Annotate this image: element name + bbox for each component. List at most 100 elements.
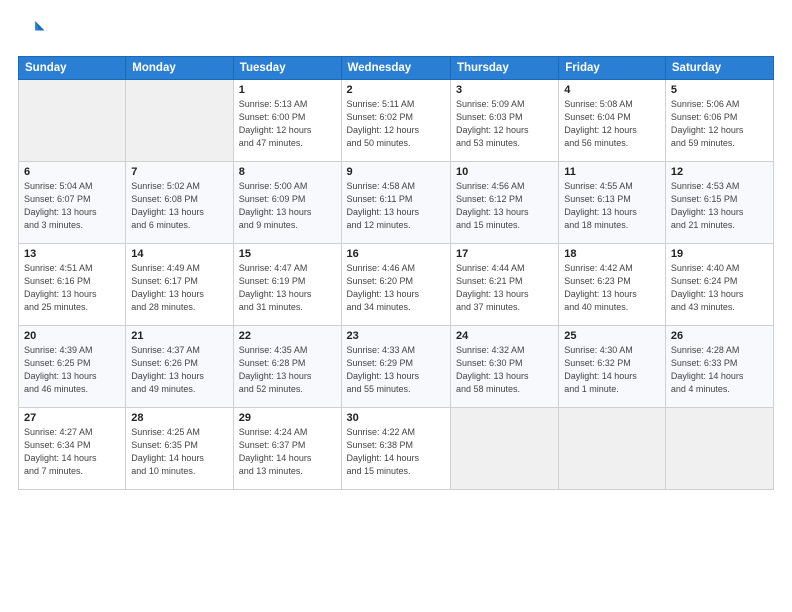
day-info: Sunrise: 4:24 AM Sunset: 6:37 PM Dayligh…: [239, 426, 336, 478]
day-number: 18: [564, 248, 660, 260]
calendar-cell: [19, 80, 126, 162]
calendar-table: SundayMondayTuesdayWednesdayThursdayFrid…: [18, 56, 774, 490]
day-info: Sunrise: 4:22 AM Sunset: 6:38 PM Dayligh…: [347, 426, 445, 478]
header: [18, 18, 774, 46]
weekday-header-thursday: Thursday: [450, 57, 558, 80]
calendar-cell: 10 Sunrise: 4:56 AM Sunset: 6:12 PM Dayli…: [450, 162, 558, 244]
logo: [18, 18, 50, 46]
page: SundayMondayTuesdayWednesdayThursdayFrid…: [0, 0, 792, 612]
weekday-header-saturday: Saturday: [665, 57, 773, 80]
calendar-cell: 18Sunrise: 4:42 AM Sunset: 6:23 PM Dayli…: [559, 244, 666, 326]
day-number: 1: [239, 84, 336, 96]
calendar-cell: 7 Sunrise: 5:02 AM Sunset: 6:08 PM Daylig…: [126, 162, 233, 244]
calendar-cell: 24 Sunrise: 4:32 AM Sunset: 6:30 PM Dayli…: [450, 326, 558, 408]
calendar-cell: 3 Sunrise: 5:09 AM Sunset: 6:03 PM Daylig…: [450, 80, 558, 162]
day-number: 2: [347, 84, 445, 96]
day-info: Sunrise: 5:04 AM Sunset: 6:07 PM Dayligh…: [24, 180, 120, 232]
day-number: 15: [239, 248, 336, 260]
day-number: 12: [671, 166, 768, 178]
calendar-week-5: 27Sunrise: 4:27 AM Sunset: 6:34 PM Dayli…: [19, 408, 774, 490]
day-number: 3: [456, 84, 553, 96]
day-info: Sunrise: 4:33 AM Sunset: 6:29 PM Dayligh…: [347, 344, 445, 396]
calendar-week-3: 13 Sunrise: 4:51 AM Sunset: 6:16 PM Dayli…: [19, 244, 774, 326]
day-info: Sunrise: 4:46 AM Sunset: 6:20 PM Dayligh…: [347, 262, 445, 314]
day-number: 11: [564, 166, 660, 178]
day-number: 7: [131, 166, 227, 178]
weekday-header-monday: Monday: [126, 57, 233, 80]
day-info: Sunrise: 4:44 AM Sunset: 6:21 PM Dayligh…: [456, 262, 553, 314]
calendar-cell: 11 Sunrise: 4:55 AM Sunset: 6:13 PM Dayli…: [559, 162, 666, 244]
day-info: Sunrise: 5:02 AM Sunset: 6:08 PM Dayligh…: [131, 180, 227, 232]
calendar-cell: 17 Sunrise: 4:44 AM Sunset: 6:21 PM Dayli…: [450, 244, 558, 326]
day-info: Sunrise: 5:13 AM Sunset: 6:00 PM Dayligh…: [239, 98, 336, 150]
weekday-header-friday: Friday: [559, 57, 666, 80]
calendar-cell: 30 Sunrise: 4:22 AM Sunset: 6:38 PM Dayli…: [341, 408, 450, 490]
calendar-cell: 20Sunrise: 4:39 AM Sunset: 6:25 PM Dayli…: [19, 326, 126, 408]
day-info: Sunrise: 5:00 AM Sunset: 6:09 PM Dayligh…: [239, 180, 336, 232]
day-number: 5: [671, 84, 768, 96]
calendar-cell: 26 Sunrise: 4:28 AM Sunset: 6:33 PM Dayli…: [665, 326, 773, 408]
day-number: 13: [24, 248, 120, 260]
calendar-cell: 14 Sunrise: 4:49 AM Sunset: 6:17 PM Dayli…: [126, 244, 233, 326]
calendar-cell: [559, 408, 666, 490]
day-info: Sunrise: 4:37 AM Sunset: 6:26 PM Dayligh…: [131, 344, 227, 396]
day-info: Sunrise: 5:06 AM Sunset: 6:06 PM Dayligh…: [671, 98, 768, 150]
day-info: Sunrise: 4:49 AM Sunset: 6:17 PM Dayligh…: [131, 262, 227, 314]
calendar-cell: [665, 408, 773, 490]
day-info: Sunrise: 4:51 AM Sunset: 6:16 PM Dayligh…: [24, 262, 120, 314]
day-number: 17: [456, 248, 553, 260]
day-info: Sunrise: 4:40 AM Sunset: 6:24 PM Dayligh…: [671, 262, 768, 314]
calendar-cell: 22Sunrise: 4:35 AM Sunset: 6:28 PM Dayli…: [233, 326, 341, 408]
day-number: 22: [239, 330, 336, 342]
day-info: Sunrise: 4:25 AM Sunset: 6:35 PM Dayligh…: [131, 426, 227, 478]
day-info: Sunrise: 5:09 AM Sunset: 6:03 PM Dayligh…: [456, 98, 553, 150]
calendar-cell: [126, 80, 233, 162]
calendar-cell: 15 Sunrise: 4:47 AM Sunset: 6:19 PM Dayli…: [233, 244, 341, 326]
calendar-week-4: 20Sunrise: 4:39 AM Sunset: 6:25 PM Dayli…: [19, 326, 774, 408]
calendar-cell: 6 Sunrise: 5:04 AM Sunset: 6:07 PM Daylig…: [19, 162, 126, 244]
day-number: 29: [239, 412, 336, 424]
day-number: 23: [347, 330, 445, 342]
calendar-cell: 4 Sunrise: 5:08 AM Sunset: 6:04 PM Daylig…: [559, 80, 666, 162]
day-number: 19: [671, 248, 768, 260]
calendar-cell: 27Sunrise: 4:27 AM Sunset: 6:34 PM Dayli…: [19, 408, 126, 490]
calendar-week-2: 6 Sunrise: 5:04 AM Sunset: 6:07 PM Daylig…: [19, 162, 774, 244]
weekday-header-wednesday: Wednesday: [341, 57, 450, 80]
calendar-cell: 2Sunrise: 5:11 AM Sunset: 6:02 PM Daylig…: [341, 80, 450, 162]
calendar-cell: 23 Sunrise: 4:33 AM Sunset: 6:29 PM Dayli…: [341, 326, 450, 408]
day-number: 25: [564, 330, 660, 342]
calendar-week-1: 1 Sunrise: 5:13 AM Sunset: 6:00 PM Daylig…: [19, 80, 774, 162]
weekday-header-tuesday: Tuesday: [233, 57, 341, 80]
calendar-cell: 21Sunrise: 4:37 AM Sunset: 6:26 PM Dayli…: [126, 326, 233, 408]
day-info: Sunrise: 4:28 AM Sunset: 6:33 PM Dayligh…: [671, 344, 768, 396]
calendar-cell: 13 Sunrise: 4:51 AM Sunset: 6:16 PM Dayli…: [19, 244, 126, 326]
day-info: Sunrise: 5:08 AM Sunset: 6:04 PM Dayligh…: [564, 98, 660, 150]
day-number: 24: [456, 330, 553, 342]
day-number: 30: [347, 412, 445, 424]
day-number: 8: [239, 166, 336, 178]
day-number: 14: [131, 248, 227, 260]
calendar-body: 1 Sunrise: 5:13 AM Sunset: 6:00 PM Daylig…: [19, 80, 774, 490]
day-info: Sunrise: 4:32 AM Sunset: 6:30 PM Dayligh…: [456, 344, 553, 396]
day-info: Sunrise: 4:55 AM Sunset: 6:13 PM Dayligh…: [564, 180, 660, 232]
calendar-cell: 5 Sunrise: 5:06 AM Sunset: 6:06 PM Daylig…: [665, 80, 773, 162]
day-info: Sunrise: 4:56 AM Sunset: 6:12 PM Dayligh…: [456, 180, 553, 232]
day-info: Sunrise: 4:30 AM Sunset: 6:32 PM Dayligh…: [564, 344, 660, 396]
day-info: Sunrise: 4:47 AM Sunset: 6:19 PM Dayligh…: [239, 262, 336, 314]
calendar-cell: 9Sunrise: 4:58 AM Sunset: 6:11 PM Daylig…: [341, 162, 450, 244]
calendar-cell: 12 Sunrise: 4:53 AM Sunset: 6:15 PM Dayli…: [665, 162, 773, 244]
day-number: 16: [347, 248, 445, 260]
day-number: 9: [347, 166, 445, 178]
calendar-cell: 25 Sunrise: 4:30 AM Sunset: 6:32 PM Dayli…: [559, 326, 666, 408]
day-number: 26: [671, 330, 768, 342]
day-number: 27: [24, 412, 120, 424]
calendar-cell: 29 Sunrise: 4:24 AM Sunset: 6:37 PM Dayli…: [233, 408, 341, 490]
day-number: 4: [564, 84, 660, 96]
weekday-row: SundayMondayTuesdayWednesdayThursdayFrid…: [19, 57, 774, 80]
day-number: 6: [24, 166, 120, 178]
logo-icon: [18, 18, 46, 46]
day-info: Sunrise: 4:53 AM Sunset: 6:15 PM Dayligh…: [671, 180, 768, 232]
day-number: 10: [456, 166, 553, 178]
weekday-header-sunday: Sunday: [19, 57, 126, 80]
calendar-cell: 8 Sunrise: 5:00 AM Sunset: 6:09 PM Daylig…: [233, 162, 341, 244]
